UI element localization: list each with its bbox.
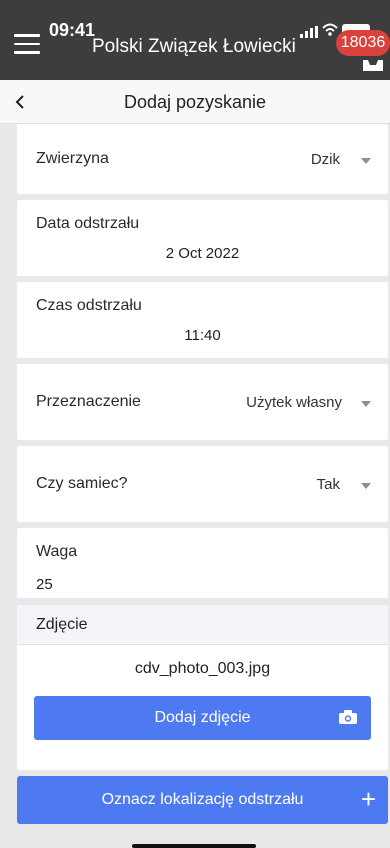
app-title: Polski Związek Łowiecki (92, 36, 296, 57)
form-scroll-area[interactable]: Zwierzyna Dzik Data odstrzału 2 Oct 2022… (0, 124, 390, 848)
date-value: 2 Oct 2022 (165, 245, 240, 262)
navigation-bar: Dodaj pozyskanie (0, 80, 390, 124)
caret-icon (361, 158, 371, 164)
weight-label: Waga (36, 543, 78, 560)
photo-section: Zdjęcie cdv_photo_003.jpg Dodaj zdjęcie (17, 605, 388, 770)
caret-icon (361, 401, 371, 407)
status-time: 09:41 (49, 20, 96, 40)
photo-header: Zdjęcie (17, 605, 388, 645)
purpose-select[interactable]: Przeznaczenie Użytek własny (17, 364, 388, 440)
add-photo-button[interactable]: Dodaj zdjęcie (34, 696, 371, 740)
weight-field[interactable]: Waga 25 (17, 528, 388, 598)
species-select[interactable]: Zwierzyna Dzik (17, 124, 388, 194)
date-field[interactable]: Data odstrzału 2 Oct 2022 (17, 200, 388, 276)
menu-icon[interactable] (14, 34, 40, 54)
page-title: Dodaj pozyskanie (123, 92, 267, 112)
purpose-label: Przeznaczenie (36, 393, 141, 410)
species-value: Dzik (310, 151, 340, 168)
male-label: Czy samiec? (36, 475, 128, 492)
add-photo-label: Dodaj zdjęcie (154, 709, 251, 726)
plus-icon: + (360, 784, 376, 814)
species-label: Zwierzyna (36, 150, 109, 167)
caret-icon (361, 483, 371, 489)
male-value: Tak (316, 476, 340, 493)
tray-icon[interactable] (362, 56, 384, 72)
purpose-value: Użytek własny (246, 394, 342, 411)
time-value: 11:40 (184, 327, 221, 344)
photo-filename: cdv_photo_003.jpg (134, 660, 271, 677)
date-label: Data odstrzału (36, 215, 140, 232)
mark-location-label: Oznacz lokalizację odstrzału (101, 791, 304, 808)
time-label: Czas odstrzału (36, 297, 142, 314)
wifi-icon (322, 23, 338, 36)
mark-location-button[interactable]: Oznacz lokalizację odstrzału + (17, 776, 388, 824)
signal-icon (300, 26, 318, 38)
male-select[interactable]: Czy samiec? Tak (17, 446, 388, 522)
weight-input[interactable]: 25 (36, 576, 53, 593)
notification-badge[interactable]: 18036 (336, 30, 390, 56)
home-indicator (132, 844, 256, 848)
time-field[interactable]: Czas odstrzału 11:40 (17, 282, 388, 358)
camera-icon (339, 710, 357, 724)
app-header: 09:41 Polski Związek Łowiecki 18036 (0, 0, 390, 80)
